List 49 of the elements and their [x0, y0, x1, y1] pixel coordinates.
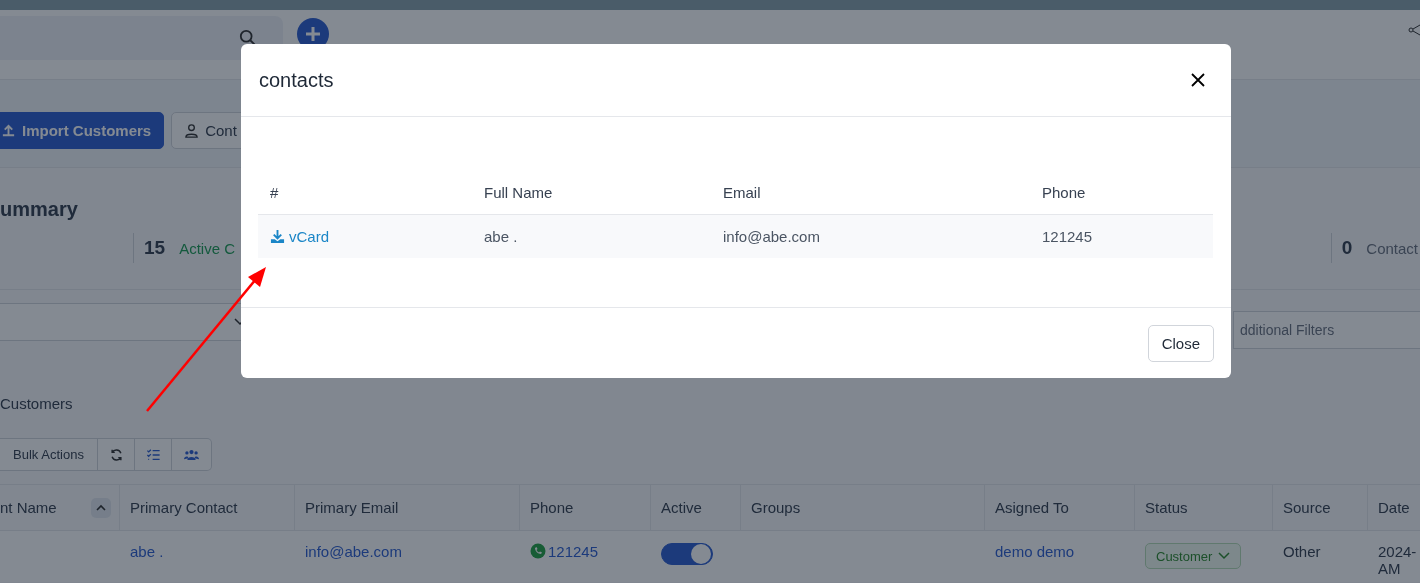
close-icon[interactable]	[1190, 72, 1206, 88]
table-link[interactable]: demo demo	[995, 543, 1075, 560]
table-link[interactable]: info@abe.com	[305, 543, 402, 560]
import-button[interactable]: Import Customers	[0, 112, 165, 149]
stat-value: 15	[144, 237, 166, 259]
column-header: Source	[1283, 499, 1331, 516]
phone-link[interactable]: 121245	[548, 543, 599, 560]
table-cell: 2024-	[1378, 543, 1417, 560]
stat-label: Contact	[1366, 240, 1418, 257]
column-header: Phone	[1042, 183, 1086, 201]
stat-value: 0	[1341, 237, 1353, 259]
table-cell: info@abe.com	[723, 228, 820, 245]
modal-title: contacts	[259, 68, 334, 92]
stat-label: Active C	[179, 240, 235, 257]
column-header: Primary Contact	[130, 499, 238, 516]
download-icon	[270, 229, 285, 244]
person-icon	[184, 123, 200, 138]
active-toggle[interactable]	[661, 543, 713, 565]
table-cell: 121245	[1042, 228, 1093, 245]
search-field[interactable]	[0, 15, 283, 60]
share-icon[interactable]	[1408, 23, 1420, 36]
section-title: Customers	[0, 395, 74, 412]
table-link[interactable]: abe .	[130, 543, 164, 560]
phone-chat-icon	[530, 543, 546, 559]
search-icon	[239, 28, 257, 47]
column-header: Email	[723, 183, 761, 201]
column-header: Date	[1378, 499, 1410, 516]
column-header: #	[270, 183, 279, 201]
column-header: Groups	[751, 499, 801, 516]
checklist-icon	[145, 447, 161, 462]
close-button[interactable]: Close	[1147, 324, 1214, 362]
vcard-link[interactable]: vCard	[270, 228, 329, 245]
section-title: ummary	[0, 198, 79, 221]
table-cell: Other	[1283, 543, 1321, 560]
column-header: Full Name	[484, 183, 553, 201]
table-cell: abe .	[484, 228, 518, 245]
column-header: Status	[1145, 499, 1188, 516]
column-header: Phone	[530, 499, 574, 516]
status-dropdown[interactable]: Customer	[1145, 543, 1242, 569]
table-cell: AM	[1378, 560, 1401, 577]
column-header: Asigned To	[995, 499, 1069, 516]
additional-filters-field[interactable]: dditional Filters	[1233, 311, 1420, 349]
column-header: Active	[661, 499, 702, 516]
upload-icon	[1, 123, 16, 138]
people-icon	[184, 447, 199, 462]
column-header: nt Name	[0, 499, 57, 516]
column-header: Primary Email	[305, 499, 399, 516]
refresh-icon	[108, 447, 124, 462]
sort-up-button[interactable]	[91, 497, 111, 518]
